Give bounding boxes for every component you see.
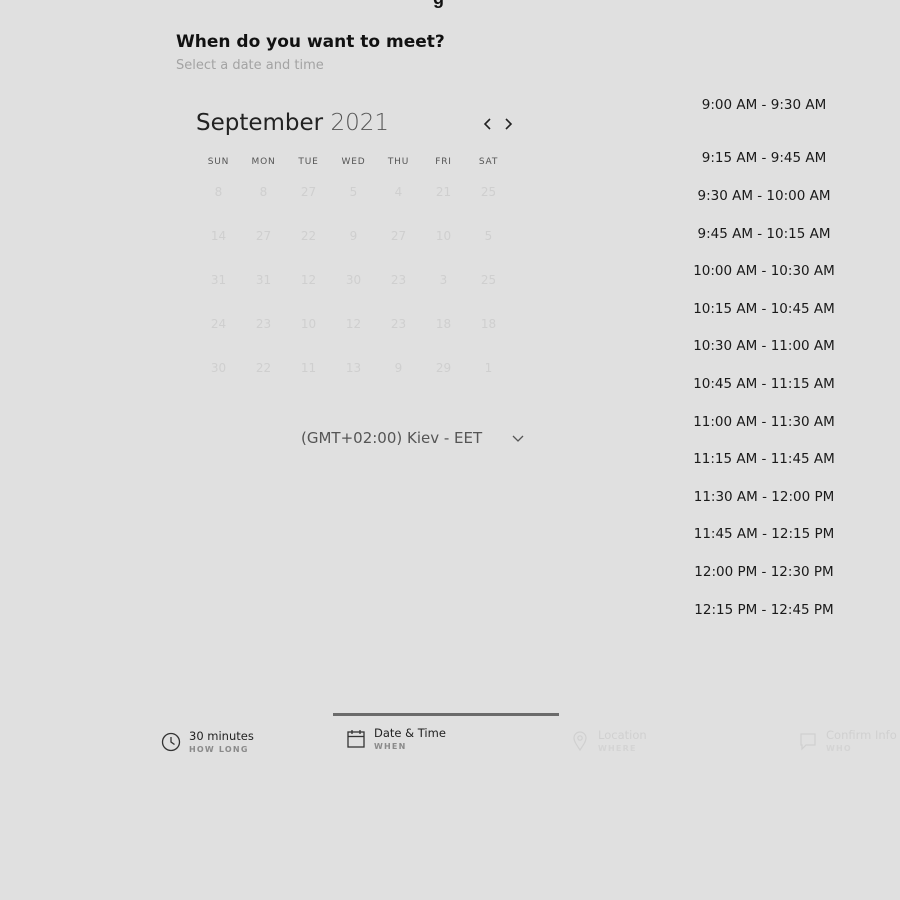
calendar-day: 27 (390, 229, 407, 243)
calendar-day: 24 (210, 317, 227, 331)
calendar-day: 8 (259, 185, 268, 199)
weekday-label: FRI (435, 157, 452, 167)
step-who-sub: WHO (826, 744, 852, 753)
chevron-left-icon (483, 118, 491, 130)
chat-bubble-icon (800, 733, 816, 751)
active-step-indicator (333, 713, 559, 716)
calendar-day: 27 (300, 185, 317, 199)
calendar-day: 23 (390, 317, 407, 331)
calendar-day: 27 (255, 229, 272, 243)
step-when-sub: WHEN (374, 742, 407, 751)
time-slot-list: 9:00 AM - 9:30 AM 9:15 AM - 9:45 AM 9:30 A… (690, 94, 838, 628)
timezone-select[interactable]: (GMT+02:00) Kiev - EET (301, 424, 526, 452)
calendar-year: 2021 (330, 110, 389, 136)
step-how-long[interactable]: 30 minutes HOW LONG (161, 729, 254, 755)
calendar-day: 8 (214, 185, 223, 199)
location-pin-icon (573, 731, 587, 752)
calendar-day: 5 (484, 229, 493, 243)
step-subheading: Select a date and time (176, 58, 324, 73)
step-when-label: Date & Time (374, 726, 446, 740)
calendar-day: 12 (345, 317, 362, 331)
calendar-day: 1 (484, 361, 493, 375)
step-who[interactable]: Confirm Info WHO (798, 728, 897, 754)
calendar-day: 23 (255, 317, 272, 331)
clock-icon (161, 732, 181, 752)
calendar-icon (347, 730, 365, 748)
calendar-day: 3 (439, 273, 448, 287)
calendar-day: 30 (210, 361, 227, 375)
time-slot-button[interactable]: 12:15 PM - 12:45 PM (690, 583, 838, 629)
timezone-label: (GMT+02:00) Kiev - EET (301, 429, 483, 447)
calendar-day: 18 (435, 317, 452, 331)
calendar-day: 18 (480, 317, 497, 331)
calendar-day: 10 (300, 317, 317, 331)
step-who-label: Confirm Info (826, 728, 897, 742)
calendar-day: 14 (210, 229, 227, 243)
calendar-month-title: September 2021 (196, 110, 389, 136)
calendar-day: 21 (435, 185, 452, 199)
scheduler-page: g When do you want to meet? Select a dat… (0, 0, 900, 900)
calendar-day: 23 (390, 273, 407, 287)
calendar-day: 31 (255, 273, 272, 287)
calendar-day: 30 (345, 273, 362, 287)
calendar-day: 9 (394, 361, 403, 375)
calendar-day: 5 (349, 185, 358, 199)
calendar-day: 12 (300, 273, 317, 287)
weekday-label: SAT (478, 157, 499, 167)
step-how-long-label: 30 minutes (189, 729, 254, 743)
previous-month-button[interactable] (478, 112, 498, 136)
step-where-sub: WHERE (598, 744, 637, 753)
calendar-day: 9 (349, 229, 358, 243)
calendar-day: 25 (480, 185, 497, 199)
calendar-day: 31 (210, 273, 227, 287)
calendar-day: 25 (480, 273, 497, 287)
step-when[interactable]: Date & Time WHEN (346, 726, 446, 752)
calendar-weekday-header: SUN MON TUE WED THU FRI SAT (196, 157, 511, 167)
step-heading: When do you want to meet? (176, 32, 445, 52)
calendar-day: 22 (255, 361, 272, 375)
step-how-long-sub: HOW LONG (189, 745, 249, 754)
calendar-day: 10 (435, 229, 452, 243)
weekday-label: THU (387, 157, 410, 167)
calendar-day: 13 (345, 361, 362, 375)
page-title-fragment: g (433, 0, 444, 9)
chevron-down-icon (512, 435, 524, 442)
next-month-button[interactable] (499, 112, 519, 136)
step-where[interactable]: Location WHERE (570, 728, 647, 754)
step-where-label: Location (598, 728, 647, 742)
calendar-day: 11 (300, 361, 317, 375)
weekday-label: WED (341, 157, 366, 167)
weekday-label: MON (251, 157, 276, 167)
calendar-day: 29 (435, 361, 452, 375)
calendar-month: September (196, 110, 324, 136)
time-slot-button[interactable]: 9:00 AM - 9:30 AM (690, 94, 838, 116)
chevron-right-icon (505, 118, 513, 130)
calendar-day: 4 (394, 185, 403, 199)
weekday-label: TUE (298, 157, 319, 167)
calendar-day-grid: 8 8 27 5 4 21 25 14 27 22 9 27 10 5 31 31 12 30 23 3 25 24 23 1… (196, 178, 511, 398)
weekday-label: SUN (207, 157, 230, 167)
calendar-day: 22 (300, 229, 317, 243)
